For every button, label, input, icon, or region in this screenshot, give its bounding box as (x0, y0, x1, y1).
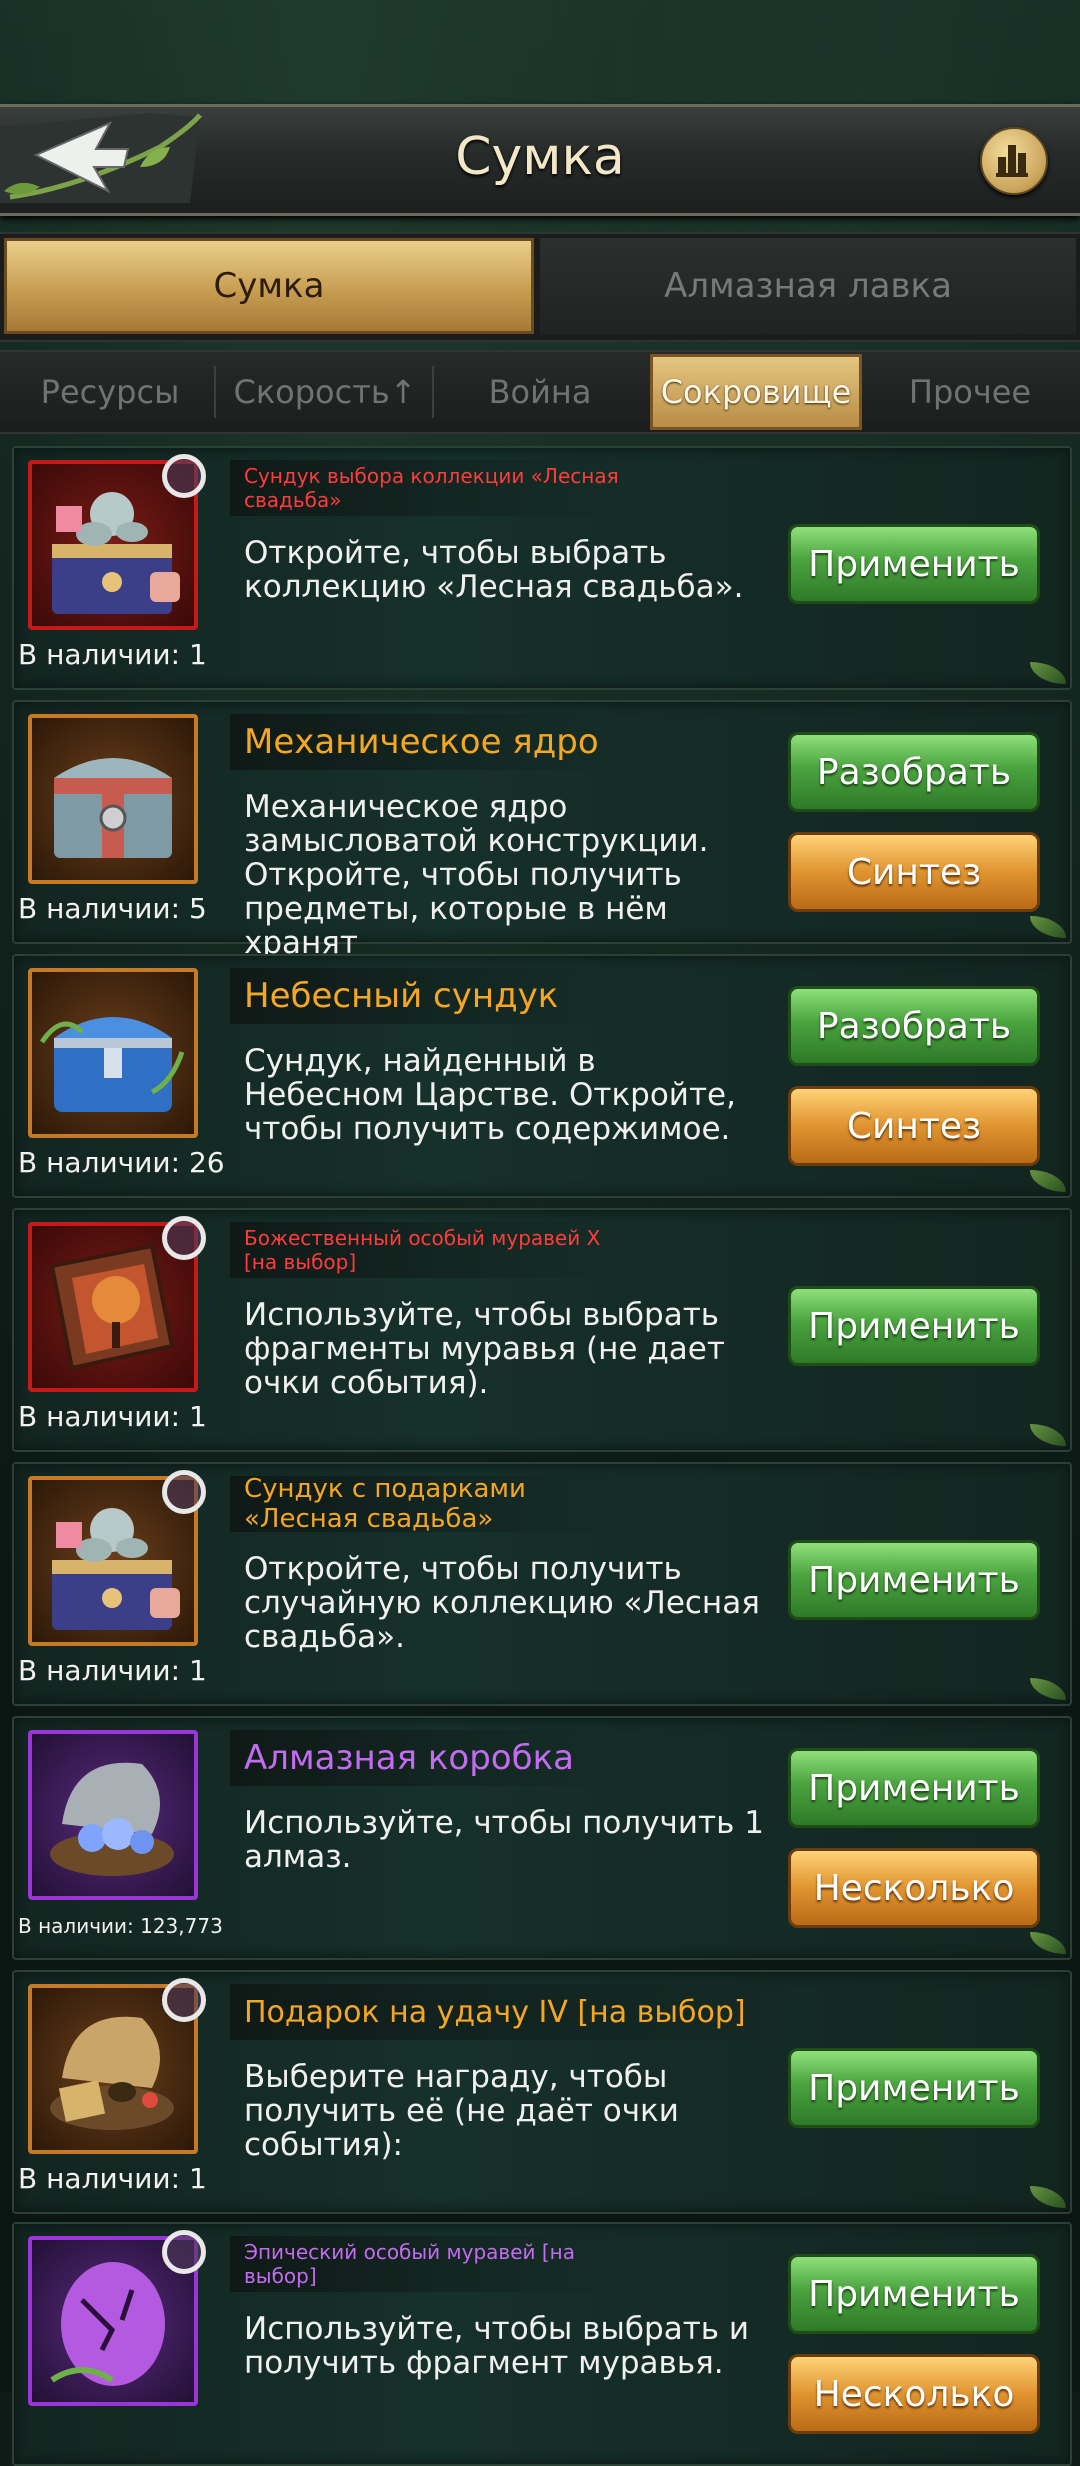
item-count: В наличии: 1 (18, 1400, 207, 1433)
leaf-decoration (1030, 1932, 1066, 1954)
item-name: Подарок на удачу IV [на выбор] (230, 1984, 804, 2040)
leaf-decoration (1030, 2186, 1066, 2208)
use-button[interactable]: Применить (788, 524, 1040, 604)
item-count: В наличии: 5 (18, 892, 207, 925)
item-name: Алмазная коробка (230, 1730, 624, 1786)
item-icon-frame[interactable] (28, 714, 198, 884)
item-icon-frame[interactable] (28, 968, 198, 1138)
magnifier-icon[interactable] (162, 1216, 206, 1260)
magnifier-icon[interactable] (162, 1470, 206, 1514)
use-button[interactable]: Применить (788, 2048, 1040, 2128)
item-description: Используйте, чтобы получить 1 алмаз. (244, 1805, 764, 1875)
bar-chart-icon (996, 145, 1028, 177)
tab-divider (432, 366, 434, 418)
tab-bag[interactable]: Сумка (4, 238, 534, 334)
item-description: Сундук, найденный в Небесном Царстве. От… (244, 1043, 736, 1147)
top-bar: Сумка (0, 104, 1080, 216)
leaf-decoration (1030, 1424, 1066, 1446)
list-item: В наличии: 1 Божественный особый муравей… (12, 1208, 1072, 1452)
use-button[interactable]: Применить (788, 2254, 1040, 2334)
leaf-decoration (1030, 662, 1066, 684)
tab-other[interactable]: Прочее (870, 352, 1070, 432)
item-description: Откройте, чтобы выбрать коллекцию «Лесна… (244, 535, 744, 605)
item-icon-frame[interactable] (28, 1730, 198, 1900)
tab-divider (214, 366, 216, 418)
leaf-decoration (1030, 1170, 1066, 1192)
use-button[interactable]: Применить (788, 1286, 1040, 1366)
use-button[interactable]: Применить (788, 1540, 1040, 1620)
leaf-decoration (1030, 916, 1066, 938)
item-description: Используйте, чтобы выбрать фрагменты мур… (244, 1297, 725, 1401)
list-item: В наличии: 1 Сундук с подарками «Лесная … (12, 1462, 1072, 1706)
category-tabs: Ресурсы Скорость↑ Война Сокровище Прочее (0, 350, 1080, 434)
magnifier-icon[interactable] (162, 1978, 206, 2022)
item-name: Механическое ядро (230, 714, 624, 770)
item-count: В наличии: 1 (18, 638, 207, 671)
use-button[interactable]: Применить (788, 1748, 1040, 1828)
stats-button[interactable] (980, 127, 1048, 195)
tab-speedup[interactable]: Скорость↑ (220, 352, 430, 432)
item-count: В наличии: 1 (18, 2162, 207, 2195)
item-name: Эпический особый муравей [на выбор] (230, 2236, 624, 2292)
list-item: Эпический особый муравей [на выбор] Испо… (12, 2222, 1072, 2466)
magnifier-icon[interactable] (162, 454, 206, 498)
list-item: В наличии: 26 Небесный сундук Сундук, на… (12, 954, 1072, 1198)
item-count: В наличии: 1 (18, 1654, 207, 1687)
disassemble-button[interactable]: Разобрать (788, 732, 1040, 812)
page-title: Сумка (455, 127, 625, 187)
tab-war[interactable]: Война (440, 352, 640, 432)
multiple-button[interactable]: Несколько (788, 2354, 1040, 2434)
synthesis-button[interactable]: Синтез (788, 1086, 1040, 1166)
main-tabs: Сумка Алмазная лавка (0, 232, 1080, 342)
item-count: В наличии: 26 (18, 1146, 225, 1179)
mechanical-chest-icon (54, 758, 172, 858)
item-name: Небесный сундук (230, 968, 624, 1024)
magnifier-icon[interactable] (162, 2230, 206, 2274)
item-count: В наличии: 123,773 (18, 1914, 223, 1938)
item-name: Божественный особый муравей X [на выбор] (230, 1222, 624, 1278)
celestial-chest-icon (39, 1017, 185, 1112)
tab-resources[interactable]: Ресурсы (10, 352, 210, 432)
leaf-decoration (1030, 1678, 1066, 1700)
synthesis-button[interactable]: Синтез (788, 832, 1040, 912)
tab-treasure[interactable]: Сокровище (650, 354, 862, 430)
item-description: Механическое ядро замысловатой конструкц… (244, 789, 709, 961)
tab-diamond-shop[interactable]: Алмазная лавка (540, 238, 1076, 334)
diamond-shell-icon (50, 1762, 174, 1876)
item-name: Сундук выбора коллекции «Лесная свадьба» (230, 460, 624, 516)
disassemble-button[interactable]: Разобрать (788, 986, 1040, 1066)
item-description: Используйте, чтобы выбрать и получить фр… (244, 2311, 750, 2381)
list-item: В наличии: 1 Сундук выбора коллекции «Ле… (12, 446, 1072, 690)
item-name: Сундук с подарками «Лесная свадьба» (230, 1474, 624, 1534)
list-item: В наличии: 1 Подарок на удачу IV [на выб… (12, 1970, 1072, 2214)
list-item: В наличии: 5 Механическое ядро Механичес… (12, 700, 1072, 960)
multiple-button[interactable]: Несколько (788, 1848, 1040, 1928)
item-description: Выберите награду, чтобы получить её (не … (244, 2059, 679, 2163)
item-description: Откройте, чтобы получить случайную колле… (244, 1551, 760, 1655)
list-item: В наличии: 123,773 Алмазная коробка Испо… (12, 1716, 1072, 1960)
